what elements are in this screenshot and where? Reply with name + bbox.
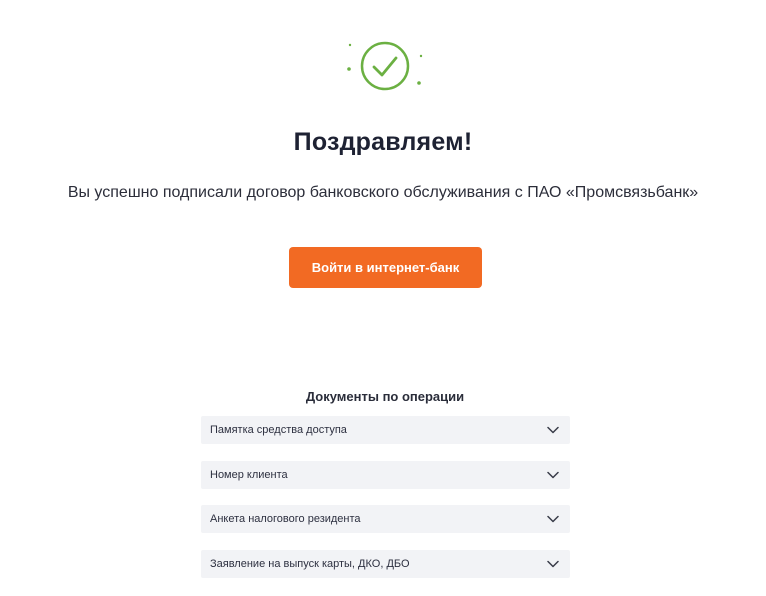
document-item-label: Памятка средства доступа	[210, 424, 347, 436]
chevron-down-icon	[546, 425, 560, 435]
document-item-label: Заявление на выпуск карты, ДКО, ДБО	[210, 557, 410, 570]
success-message: Вы успешно подписали договор банковского…	[67, 184, 699, 201]
success-check-icon	[340, 36, 430, 100]
page-title: Поздравляем!	[293, 128, 473, 156]
login-internet-bank-button[interactable]: Войти в интернет-банк	[289, 247, 482, 288]
documents-section-title: Документы по операции	[305, 389, 465, 404]
document-item-access-memo[interactable]: Памятка средства доступа	[201, 416, 570, 444]
document-item-label: Номер клиента	[210, 468, 288, 481]
chevron-down-icon	[546, 470, 560, 480]
chevron-down-icon	[546, 514, 560, 524]
documents-list: Памятка средства доступа Номер клиента А…	[201, 416, 570, 594]
document-item-client-number[interactable]: Номер клиента	[201, 460, 570, 489]
document-item-card-application[interactable]: Заявление на выпуск карты, ДКО, ДБО	[201, 549, 570, 578]
document-item-tax-resident-form[interactable]: Анкета налогового резидента	[201, 505, 570, 533]
document-item-label: Анкета налогового резидента	[210, 513, 361, 525]
chevron-down-icon	[546, 559, 560, 569]
